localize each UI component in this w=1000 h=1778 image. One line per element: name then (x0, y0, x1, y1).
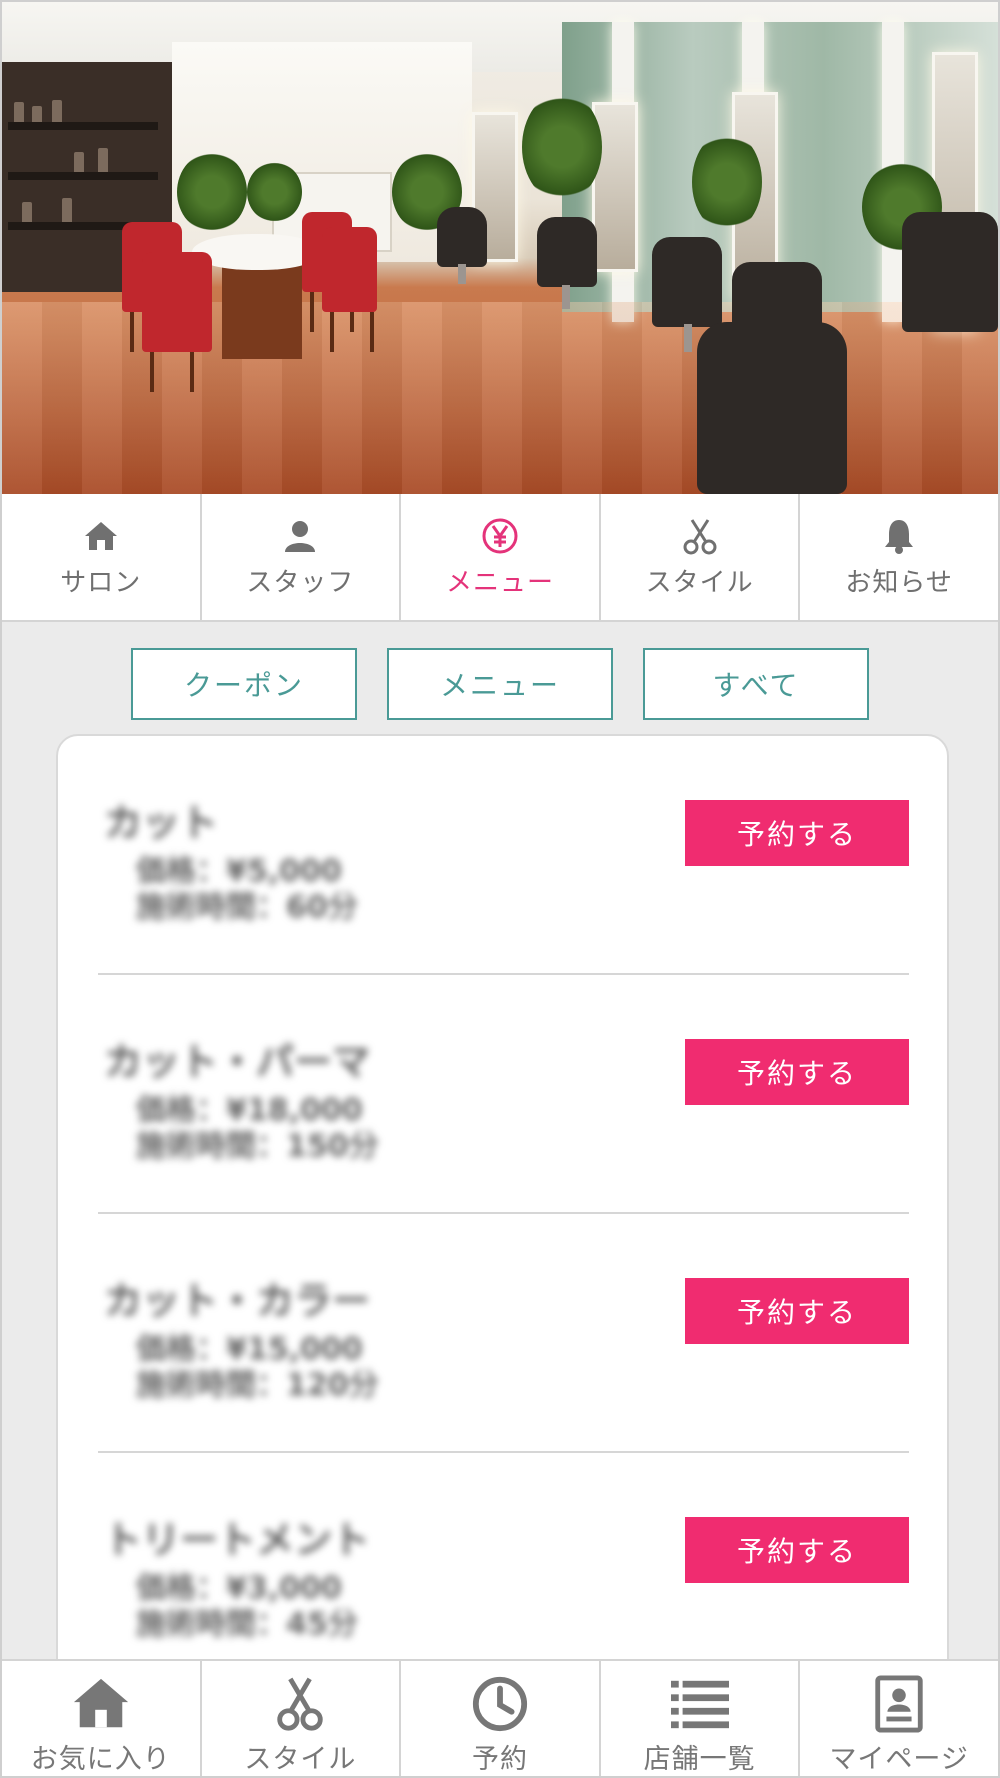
list-item: カット・パーマ 価格：¥18,000 施術時間：150分 予約する (98, 975, 909, 1214)
menu-name: カット・カラー (104, 1279, 371, 1323)
filter-menu-button[interactable]: メニュー (387, 648, 613, 720)
profile-card-icon (875, 1675, 923, 1733)
tab-label: お知らせ (845, 567, 953, 598)
tab-label: メニュー (445, 567, 554, 598)
menu-name: トリートメント (104, 1518, 371, 1562)
menu-name: カット (104, 801, 219, 845)
nav-my-page[interactable]: マイページ (800, 1661, 998, 1776)
nav-store-list[interactable]: 店舗一覧 (601, 1661, 801, 1776)
tab-label: スタイル (645, 567, 754, 598)
menu-duration: 施術時間：45分 (136, 1607, 358, 1642)
menu-duration: 施術時間：150分 (136, 1129, 379, 1164)
salon-interior-photo (2, 2, 998, 494)
nav-favorites[interactable]: お気に入り (2, 1661, 202, 1776)
nav-label: 予約 (471, 1744, 528, 1775)
home-icon (84, 521, 117, 550)
list-item: トリートメント 価格：¥3,000 施術時間：45分 予約する (98, 1453, 909, 1692)
bottom-navigation: お気に入り スタイル 予約 店舗一覧 マイページ (2, 1659, 998, 1776)
menu-duration: 施術時間：60分 (136, 890, 358, 925)
nav-style[interactable]: スタイル (202, 1661, 402, 1776)
tab-staff[interactable]: スタッフ (202, 494, 402, 620)
nav-reservation[interactable]: 予約 (401, 1661, 601, 1776)
filter-all-button[interactable]: すべて (643, 648, 869, 720)
clock-icon (472, 1676, 528, 1732)
menu-list: カット 価格：¥5,000 施術時間：60分 予約する カット・パーマ 価格：¥… (56, 734, 949, 1754)
yen-icon (482, 518, 518, 553)
tab-style[interactable]: スタイル (601, 494, 801, 620)
filter-coupon-button[interactable]: クーポン (131, 648, 357, 720)
bell-icon (885, 519, 914, 554)
list-icon (670, 1680, 729, 1729)
list-item: カット・カラー 価格：¥15,000 施術時間：120分 予約する (98, 1214, 909, 1453)
tab-news[interactable]: お知らせ (800, 494, 998, 620)
category-tab-bar: サロン スタッフ メニュー スタイル お知らせ (2, 494, 998, 622)
tab-label: スタッフ (246, 567, 355, 598)
reserve-button[interactable]: 予約する (685, 1278, 909, 1344)
menu-duration: 施術時間：120分 (136, 1368, 379, 1403)
reserve-button[interactable]: 予約する (685, 1039, 909, 1105)
nav-label: 店舗一覧 (643, 1744, 756, 1775)
person-icon (285, 520, 316, 552)
list-item: カット 価格：¥5,000 施術時間：60分 予約する (98, 736, 909, 975)
menu-name: カット・パーマ (104, 1040, 371, 1084)
tab-menu[interactable]: メニュー (401, 494, 601, 620)
reserve-button[interactable]: 予約する (685, 800, 909, 866)
tab-label: サロン (60, 567, 142, 598)
app-screen: サロン スタッフ メニュー スタイル お知らせ クーポン メニュー すべて カッ… (0, 0, 1000, 1778)
scissors-icon (277, 1677, 324, 1731)
reserve-button[interactable]: 予約する (685, 1517, 909, 1583)
tab-salon[interactable]: サロン (2, 494, 202, 620)
home-icon (73, 1678, 128, 1728)
nav-label: お気に入り (30, 1744, 171, 1775)
menu-filter-bar: クーポン メニュー すべて (2, 648, 998, 720)
nav-label: スタイル (244, 1744, 357, 1775)
scissors-icon (683, 518, 717, 554)
nav-label: マイページ (829, 1744, 969, 1775)
